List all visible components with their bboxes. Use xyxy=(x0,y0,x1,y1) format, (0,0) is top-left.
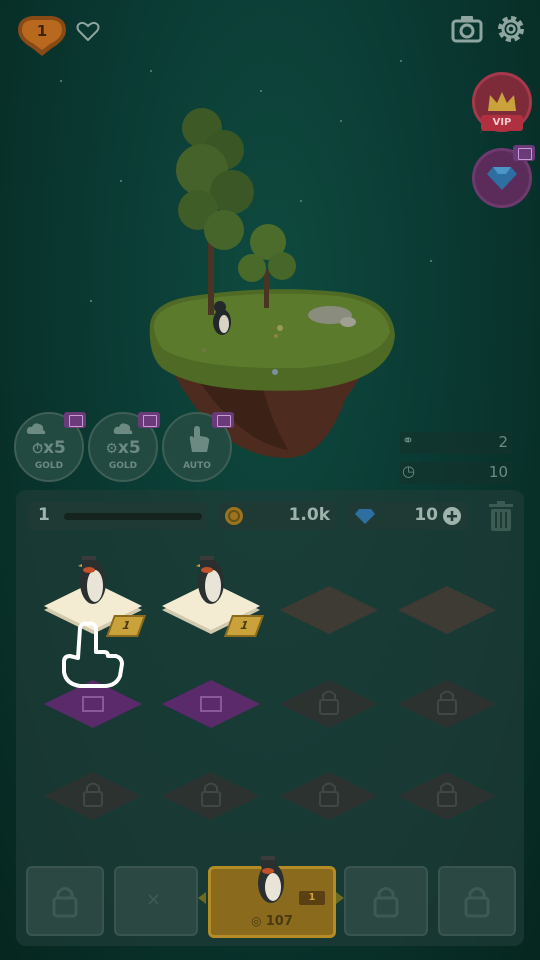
gold-speed-boost-button[interactable]: ⏱x5 GOLD xyxy=(14,412,86,482)
coins-chip: 1.0k xyxy=(218,502,338,530)
floating-island[interactable] xyxy=(140,100,410,465)
grid-tile-locked xyxy=(398,772,496,820)
trash-can-icon[interactable] xyxy=(486,500,516,532)
video-ad-icon xyxy=(513,145,535,161)
video-ad-icon xyxy=(212,412,234,428)
timer-value: 10 xyxy=(488,463,508,481)
boost-type-label: GOLD xyxy=(108,461,138,471)
gold-income-boost-button[interactable]: ⚙x5 GOLD xyxy=(88,412,160,482)
settings-gear-icon[interactable] xyxy=(494,12,528,50)
close-x-icon: ✕ xyxy=(146,890,162,911)
clock-icon: ◷ xyxy=(402,462,416,480)
shop-slot-locked xyxy=(438,866,516,936)
crown-icon xyxy=(488,92,516,111)
shop-slot-locked xyxy=(26,866,104,936)
video-ad-icon xyxy=(138,412,160,428)
level-progress-bar xyxy=(64,513,202,520)
boost-type-label: GOLD xyxy=(34,461,64,471)
shop-slot-locked xyxy=(344,866,428,936)
shop-next-arrow-icon[interactable] xyxy=(336,892,344,904)
vip-button[interactable]: VIP xyxy=(472,72,532,132)
penguin-icon xyxy=(258,856,284,903)
gems-chip: 10 xyxy=(348,502,468,530)
grid-tile-empty[interactable] xyxy=(280,586,378,634)
lock-icon xyxy=(464,887,490,918)
tutorial-pointer-hand-icon xyxy=(62,621,124,688)
vip-label: VIP xyxy=(481,115,523,131)
grid-tile-locked xyxy=(280,772,378,820)
coin-icon xyxy=(225,507,243,525)
boost-multiplier: ⚙x5 xyxy=(105,438,141,458)
grid-tile-locked xyxy=(162,772,260,820)
video-ad-icon xyxy=(64,412,86,428)
buy-penguin-button[interactable]: 1 ◎ 107 xyxy=(208,856,336,938)
grid-tile-video-unlock[interactable] xyxy=(162,680,260,728)
cloud-icon xyxy=(113,423,133,434)
tap-hand-icon xyxy=(189,426,210,452)
gem-icon xyxy=(355,509,375,524)
gem-icon xyxy=(487,167,517,190)
merge-grid[interactable] xyxy=(16,540,524,840)
heart-icon[interactable] xyxy=(76,20,100,46)
player-level-number: 1 xyxy=(36,22,48,40)
panel-level: 1 xyxy=(38,505,50,525)
grid-tile-locked xyxy=(280,680,378,728)
grid-tile-empty[interactable] xyxy=(398,586,496,634)
free-gems-video-button[interactable] xyxy=(472,145,535,208)
visitors-icon: ⚭ xyxy=(402,433,414,449)
coins-amount: 1.0k xyxy=(288,505,330,525)
shop-slot-disabled: ✕ xyxy=(114,866,198,936)
cloud-icon xyxy=(26,423,46,434)
boost-type-label: AUTO xyxy=(183,461,211,471)
grid-tile-locked xyxy=(398,680,496,728)
timer-stat: ◷ 10 xyxy=(400,462,512,484)
lock-icon xyxy=(373,887,399,918)
camera-icon[interactable] xyxy=(450,12,484,50)
gems-amount: 10 xyxy=(414,505,438,525)
auto-merge-boost-button[interactable]: AUTO xyxy=(162,412,234,482)
shop-item-price: ◎ 107 xyxy=(251,914,293,929)
lock-icon xyxy=(52,887,78,918)
visitors-count: 2 xyxy=(498,433,508,451)
shop-prev-arrow-icon[interactable] xyxy=(198,892,206,904)
player-level-badge[interactable]: 1 xyxy=(14,12,70,56)
add-gems-icon[interactable] xyxy=(442,506,462,526)
boost-multiplier: ⏱x5 xyxy=(32,438,66,458)
level-progress-chip: 1 xyxy=(28,502,208,530)
visitors-stat: ⚭ 2 xyxy=(400,432,512,454)
shop-item-level-badge: 1 xyxy=(299,891,325,905)
grid-tile-locked xyxy=(44,772,142,820)
